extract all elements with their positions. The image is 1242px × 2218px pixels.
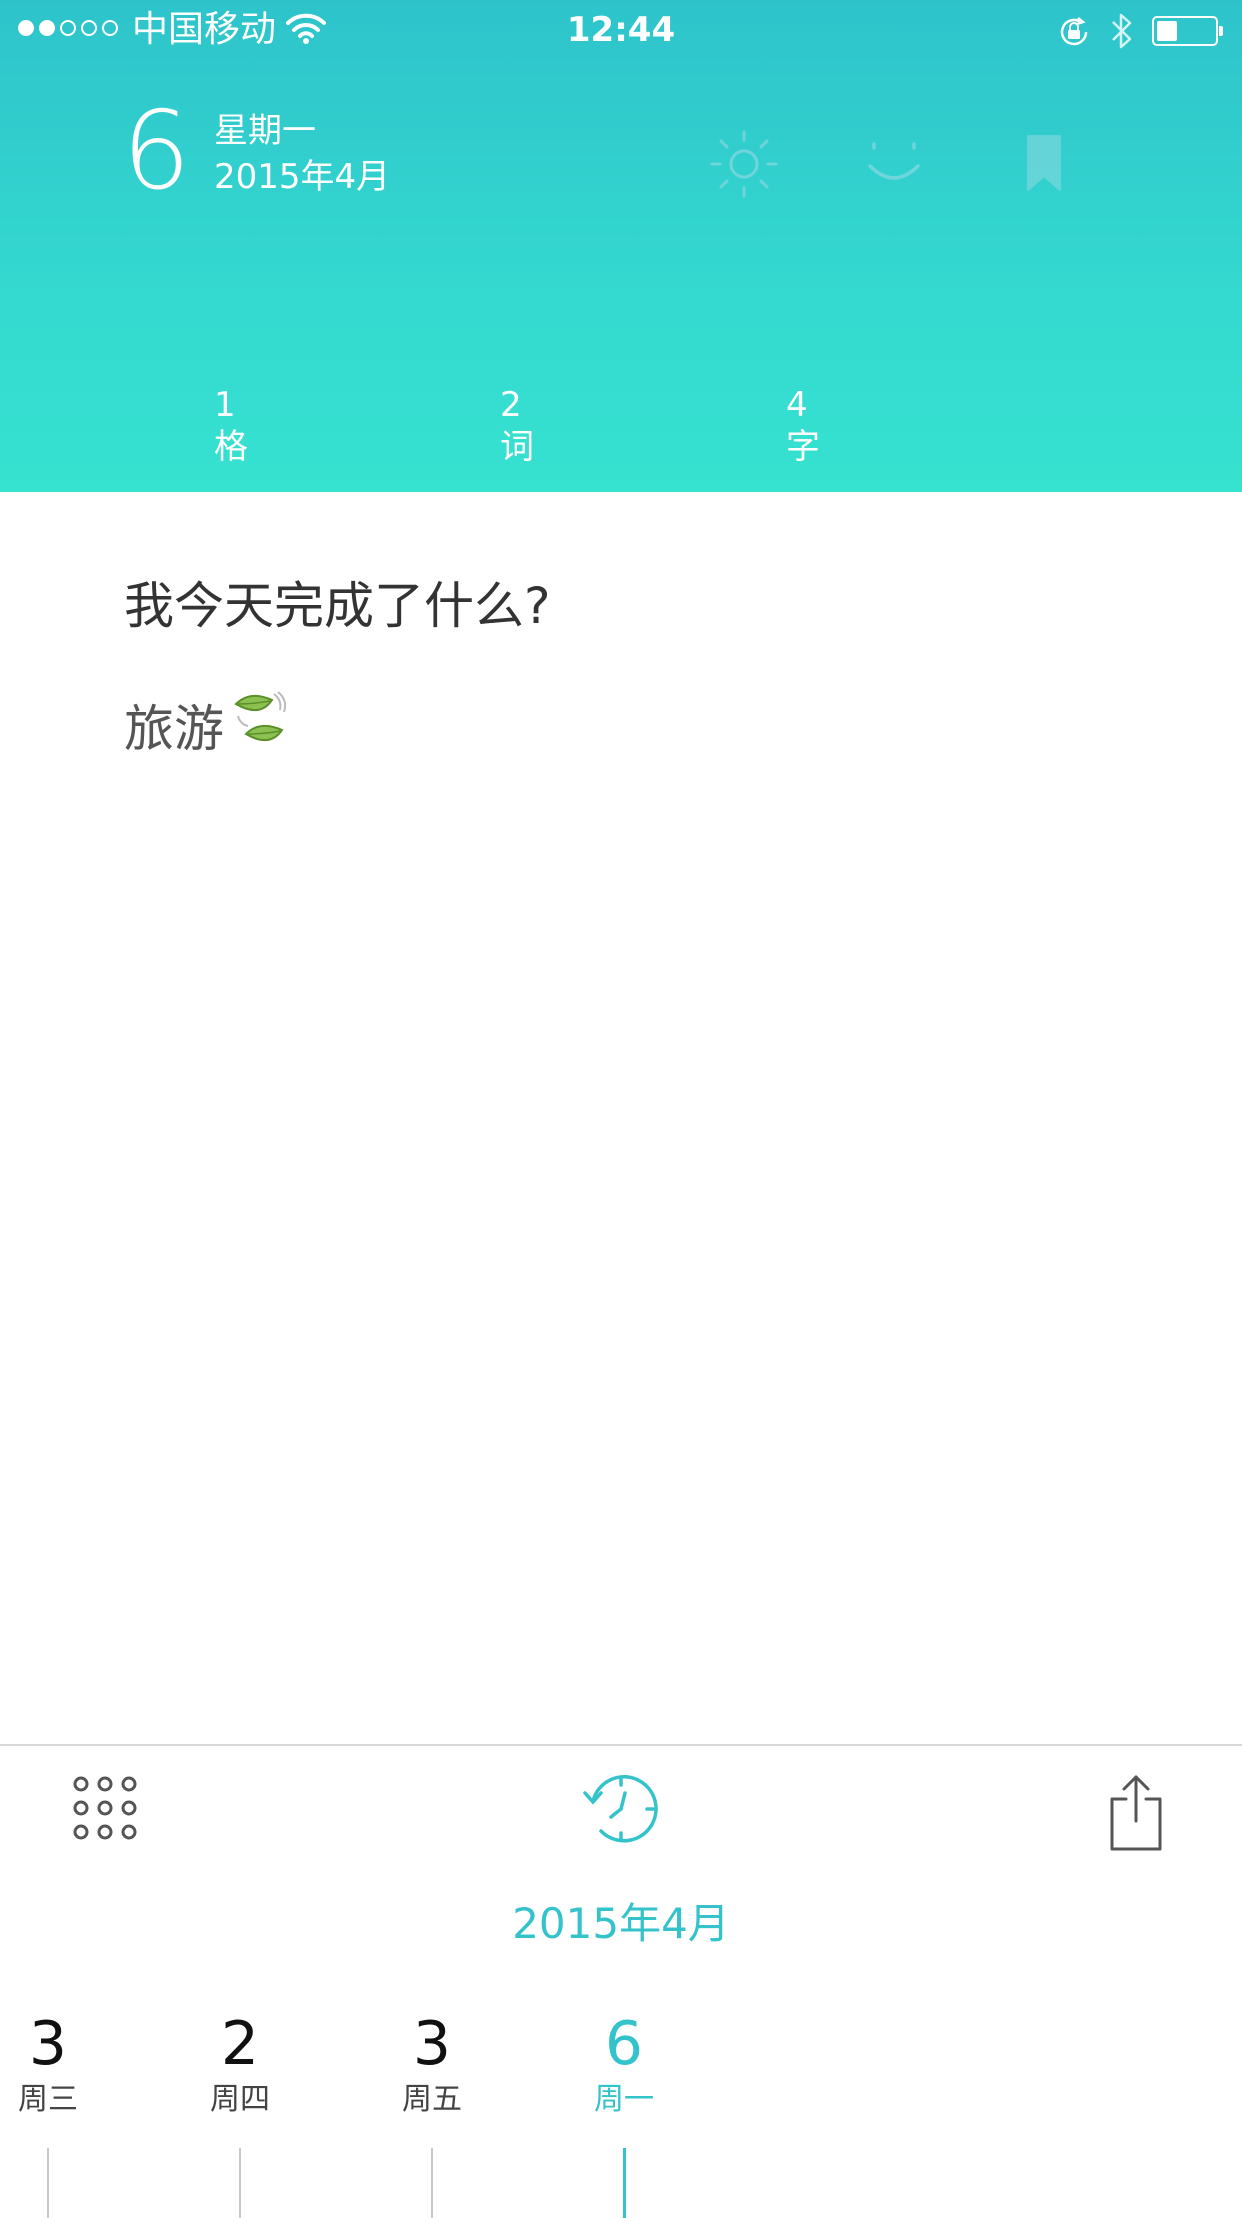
sun-icon[interactable]: [704, 124, 784, 204]
stat-words: 2 词: [500, 385, 534, 467]
bluetooth-icon: [1108, 10, 1136, 56]
calendar-day[interactable]: 3 周五: [372, 2008, 492, 2218]
stat-grids: 1 格: [214, 385, 248, 467]
rotation-lock-icon: [1056, 14, 1092, 54]
smile-icon[interactable]: [854, 124, 934, 204]
date-weekday: 星期一: [214, 111, 316, 151]
grid-icon[interactable]: [60, 1768, 150, 1848]
stat-characters: 4 字: [786, 385, 820, 467]
header: [0, 0, 1242, 492]
status-bar: 中国移动 12:44: [0, 0, 1242, 62]
calendar-day-selected[interactable]: 6 周一: [564, 2008, 684, 2218]
date-month: 2015年4月: [214, 157, 391, 197]
calendar-day[interactable]: 2 周四: [180, 2008, 300, 2218]
history-clock-icon[interactable]: [576, 1764, 666, 1854]
leaf-emoji-icon: [230, 690, 290, 768]
entry-question: 我今天完成了什么?: [124, 577, 551, 635]
entry-answer[interactable]: 旅游: [124, 690, 290, 768]
toolbar-divider: [0, 1744, 1242, 1746]
battery-icon: [1152, 16, 1223, 46]
calendar-month-label[interactable]: 2015年4月: [0, 1898, 1242, 1950]
date-day: 6: [122, 89, 191, 214]
entry-answer-text: 旅游: [124, 700, 224, 758]
bookmark-icon[interactable]: [1004, 124, 1084, 204]
calendar-day[interactable]: 3 周三: [0, 2008, 108, 2218]
share-icon[interactable]: [1096, 1768, 1176, 1858]
